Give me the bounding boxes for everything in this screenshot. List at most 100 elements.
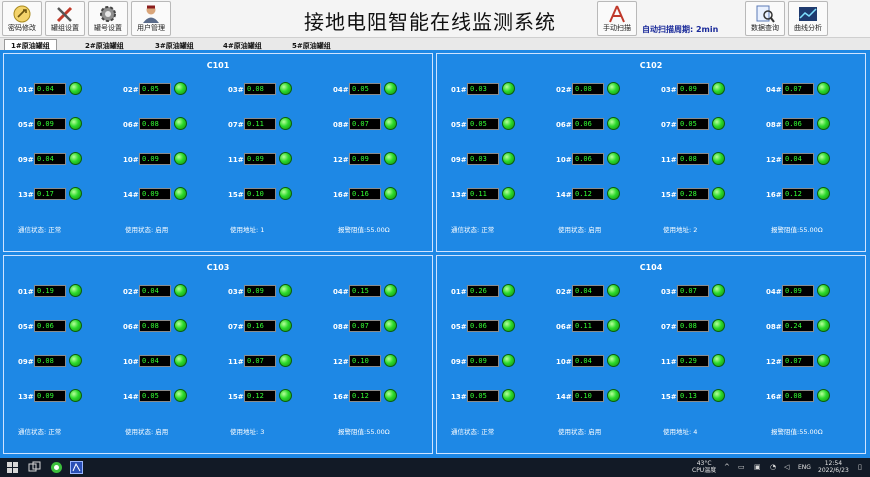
sensor-readout: 13# 0.17: [18, 187, 84, 202]
sensor-resistance-value: 0.09: [139, 153, 171, 165]
sensor-resistance-value: 0.04: [139, 355, 171, 367]
sensor-readout: 13# 0.11: [451, 187, 517, 202]
task-view-icon[interactable]: [28, 461, 41, 474]
sensor-resistance-value: 0.07: [677, 285, 709, 297]
sensor-id: 05#: [18, 121, 34, 129]
tray-chevron-icon[interactable]: ^: [724, 463, 730, 471]
tab-tank-group-3[interactable]: 3#原油罐组: [148, 39, 201, 50]
status-led-icon: [174, 319, 187, 332]
sensor-resistance-value: 0.06: [467, 320, 499, 332]
input-language[interactable]: ENG: [798, 464, 811, 471]
sensor-readout: 01# 0.03: [451, 82, 517, 97]
tab-tank-group-4[interactable]: 4#原油罐组: [216, 39, 269, 50]
tank-panel-c101: C101 01# 0.04 02# 0.05 03# 0.08 04# 0.05 05# 0.09 0…: [3, 53, 433, 252]
sensor-id: 13#: [18, 191, 34, 199]
sensor-id: 12#: [766, 156, 782, 164]
tab-tank-group-1[interactable]: 1#原油罐组: [4, 39, 57, 50]
app-title: 接地电阻智能在线监测系统: [304, 10, 556, 34]
sensor-resistance-value: 0.04: [572, 285, 604, 297]
sensor-resistance-value: 0.08: [139, 118, 171, 130]
status-led-icon: [502, 284, 515, 297]
sensor-readout: 03# 0.08: [228, 82, 294, 97]
sensor-id: 15#: [661, 393, 677, 401]
sensor-resistance-value: 0.04: [34, 153, 66, 165]
sensor-id: 08#: [333, 323, 349, 331]
sensor-resistance-value: 0.06: [572, 118, 604, 130]
manual-scan-button[interactable]: 手动扫描: [597, 1, 637, 36]
sensor-readout: 06# 0.08: [123, 117, 189, 132]
sensor-readout: 06# 0.11: [556, 319, 622, 334]
sensor-id: 06#: [556, 323, 572, 331]
sensor-readout: 03# 0.09: [228, 284, 294, 299]
usage-status: 使用状态: 启用: [558, 428, 602, 436]
sensor-id: 08#: [766, 323, 782, 331]
volume-icon[interactable]: ◁: [784, 463, 789, 471]
tank-panel-title: C103: [206, 263, 230, 272]
sensor-readout: 13# 0.05: [451, 389, 517, 404]
sensor-id: 07#: [228, 121, 244, 129]
status-led-icon: [384, 117, 397, 130]
sensor-readout: 16# 0.12: [333, 389, 399, 404]
sensor-readout: 05# 0.09: [18, 117, 84, 132]
sensor-readout: 15# 0.12: [228, 389, 294, 404]
clock[interactable]: 12:54 2022/6/23: [818, 460, 849, 474]
sensor-id: 03#: [228, 288, 244, 296]
sensor-resistance-value: 0.09: [467, 355, 499, 367]
status-led-icon: [502, 319, 515, 332]
sensor-id: 08#: [766, 121, 782, 129]
user-management-label: 用户管理: [137, 24, 165, 32]
sensor-id: 07#: [661, 323, 677, 331]
sensor-readout: 01# 0.19: [18, 284, 84, 299]
sensor-id: 02#: [123, 288, 139, 296]
sensor-readout: 16# 0.12: [766, 187, 832, 202]
tank-number-settings-button[interactable]: 罐号设置: [88, 1, 128, 36]
curve-analysis-label: 曲线分析: [794, 24, 822, 32]
status-led-icon: [69, 354, 82, 367]
sensor-id: 13#: [451, 191, 467, 199]
sensor-readout: 05# 0.06: [18, 319, 84, 334]
sensor-readout: 05# 0.05: [451, 117, 517, 132]
tank-group-settings-label: 罐组设置: [51, 24, 79, 32]
status-led-icon: [712, 82, 725, 95]
sensor-id: 14#: [123, 191, 139, 199]
sensor-resistance-value: 0.03: [467, 83, 499, 95]
network-icon[interactable]: ▭: [738, 463, 745, 471]
windows-start-icon[interactable]: [6, 461, 19, 474]
notification-icon[interactable]: ▯: [858, 463, 862, 471]
sensor-resistance-value: 0.05: [349, 83, 381, 95]
tab-tank-group-5[interactable]: 5#原油罐组: [285, 39, 338, 50]
status-led-icon: [174, 152, 187, 165]
sensor-resistance-value: 0.11: [572, 320, 604, 332]
monitor-area: C101 01# 0.04 02# 0.05 03# 0.08 04# 0.05 05# 0.09 0…: [0, 50, 870, 458]
sensor-id: 02#: [556, 86, 572, 94]
sensor-readout: 02# 0.04: [123, 284, 189, 299]
usage-status: 使用状态: 启用: [125, 428, 169, 436]
sensor-readout: 02# 0.05: [123, 82, 189, 97]
sensor-resistance-value: 0.11: [244, 118, 276, 130]
sensor-resistance-value: 0.04: [782, 153, 814, 165]
tank-group-settings-button[interactable]: 罐组设置: [45, 1, 85, 36]
status-led-icon: [502, 152, 515, 165]
monitor-app-icon[interactable]: [70, 461, 83, 474]
tab-tank-group-2[interactable]: 2#原油罐组: [78, 39, 131, 50]
data-query-button[interactable]: 数据查询: [745, 1, 785, 36]
sensor-id: 14#: [556, 191, 572, 199]
tray-app-icon[interactable]: ▣: [754, 463, 761, 471]
app-green-icon[interactable]: [50, 461, 63, 474]
wifi-icon[interactable]: ◔: [770, 463, 776, 471]
user-icon: [143, 5, 159, 23]
user-management-button[interactable]: 用户管理: [131, 1, 171, 36]
status-led-icon: [817, 284, 830, 297]
sensor-readout: 13# 0.09: [18, 389, 84, 404]
sensor-readout: 15# 0.13: [661, 389, 727, 404]
status-led-icon: [607, 354, 620, 367]
password-change-button[interactable]: 密码修改: [2, 1, 42, 36]
sensor-readout: 14# 0.09: [123, 187, 189, 202]
sensor-readout: 12# 0.10: [333, 354, 399, 369]
sensor-id: 05#: [451, 121, 467, 129]
sensor-resistance-value: 0.05: [467, 118, 499, 130]
manual-scan-label: 手动扫描: [603, 24, 631, 32]
sensor-resistance-value: 0.09: [677, 83, 709, 95]
curve-analysis-button[interactable]: 曲线分析: [788, 1, 828, 36]
sensor-id: 09#: [451, 358, 467, 366]
